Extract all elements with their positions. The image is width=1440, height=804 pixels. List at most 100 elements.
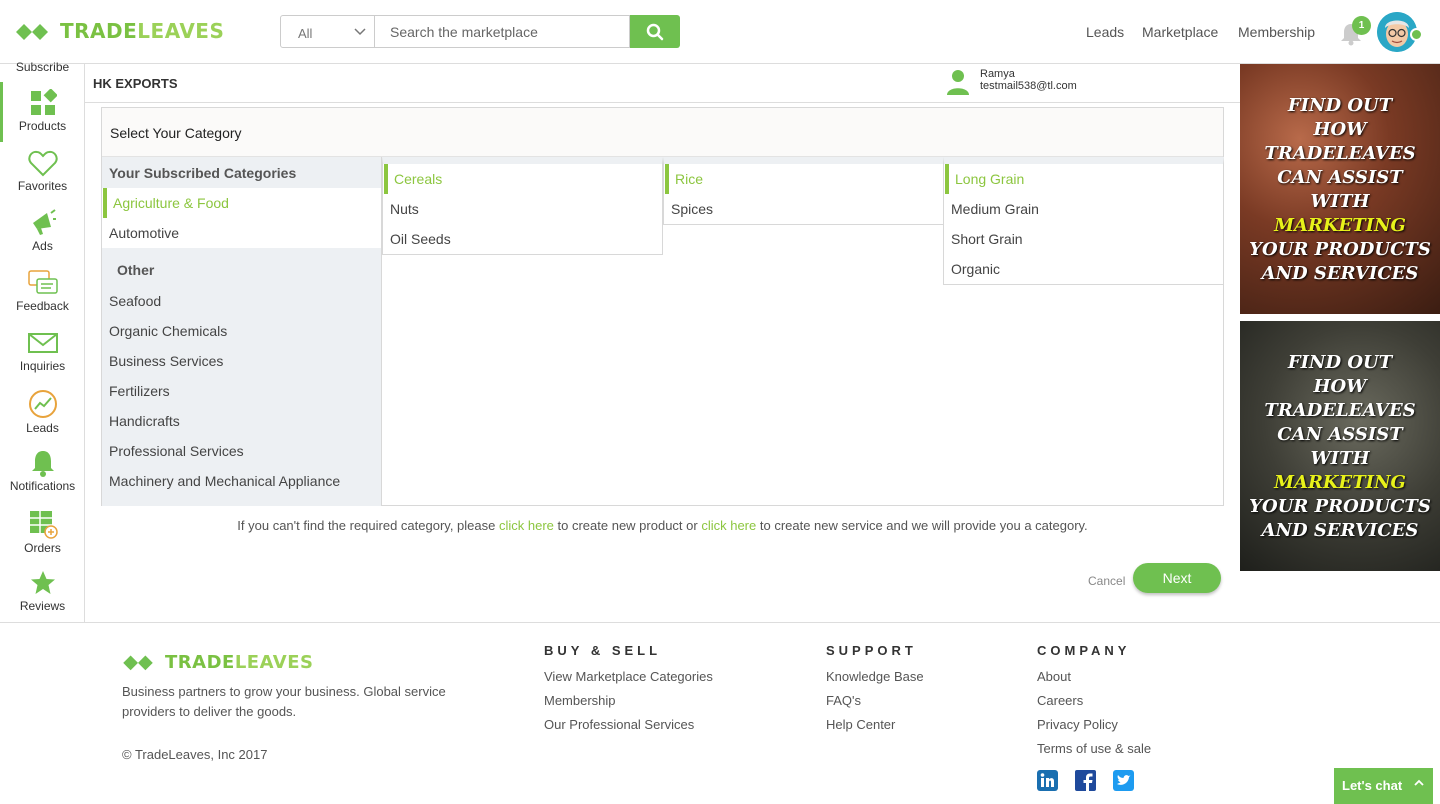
search-bar: All Search the marketplace [280, 15, 680, 48]
create-product-link[interactable]: click here [499, 518, 554, 533]
cancel-button[interactable]: Cancel [1088, 574, 1125, 588]
category-item[interactable]: Seafood [102, 286, 381, 316]
category-column-1: Your Subscribed Categories Agriculture &… [102, 157, 382, 506]
search-input[interactable]: Search the marketplace [375, 15, 630, 48]
sidebar-item-inquiries[interactable]: Inquiries [0, 329, 85, 373]
create-service-link[interactable]: click here [701, 518, 756, 533]
category-item[interactable]: Organic Chemicals [102, 316, 381, 346]
logo-leaf-icon [123, 655, 153, 671]
ad-banner-2[interactable]: FIND OUT HOW TRADELEAVES CAN ASSIST WITH MAR… [1240, 321, 1440, 571]
nav-leads[interactable]: Leads [1086, 24, 1124, 40]
logo-text: TRADELEAVES [165, 651, 314, 673]
subcategory-item-selected[interactable]: Rice [664, 164, 943, 194]
envelope-icon [27, 333, 58, 353]
sidebar-item-products[interactable]: Products [0, 89, 85, 133]
footer-link[interactable]: Our Professional Services [544, 717, 713, 741]
ad-text: FIND OUT HOW TRADELEAVES CAN ASSIST WITH MAR… [1249, 95, 1431, 284]
user-info: Ramya testmail538@tl.com [946, 68, 1077, 96]
left-sidebar: Subscribe Products Favorites Ads Feedbac… [0, 60, 85, 622]
subcategory-item[interactable]: Medium Grain [944, 194, 1223, 224]
next-button[interactable]: Next [1133, 563, 1221, 593]
tradeleaves-logo[interactable]: TRADELEAVES [14, 18, 224, 44]
user-email: testmail538@tl.com [980, 80, 1077, 92]
online-status-icon [1410, 28, 1423, 41]
leads-chart-icon [28, 390, 57, 418]
footer-link[interactable]: Help Center [826, 717, 924, 741]
subcategory-item[interactable]: Spices [664, 194, 943, 224]
megaphone-icon [32, 209, 56, 235]
category-item[interactable]: Business Services [102, 346, 381, 376]
footer-heading: COMPANY [1037, 643, 1131, 658]
category-item[interactable]: Professional Services [102, 436, 381, 466]
footer-heading: BUY & SELL [544, 643, 662, 658]
logo-leaf-icon [16, 24, 48, 40]
subscribed-categories-heading: Your Subscribed Categories [109, 165, 297, 181]
footer-divider [0, 622, 1440, 623]
subscribed-list: Agriculture & Food Automotive [102, 188, 381, 248]
footer-link[interactable]: Membership [544, 693, 713, 717]
footer-link[interactable]: Knowledge Base [826, 669, 924, 693]
notification-count-badge: 1 [1352, 16, 1371, 35]
other-categories-heading: Other [117, 262, 155, 278]
linkedin-icon[interactable] [1037, 770, 1058, 791]
footer-link[interactable]: Careers [1037, 693, 1151, 717]
search-icon [646, 23, 664, 40]
company-title: HK EXPORTS [93, 76, 178, 91]
divider [85, 102, 1240, 103]
category-item-selected[interactable]: Agriculture & Food [102, 188, 381, 218]
search-category-select[interactable]: All [280, 15, 375, 48]
sidebar-item-reviews[interactable]: Reviews [0, 569, 85, 613]
category-item[interactable]: Machinery and Mechanical Appliance [102, 466, 381, 496]
bell-icon [31, 451, 54, 477]
logo-text: TRADELEAVES [60, 19, 225, 43]
sidebar-item-notifications[interactable]: Notifications [0, 449, 85, 493]
social-links [1037, 770, 1134, 791]
ad-banner-1[interactable]: FIND OUT HOW TRADELEAVES CAN ASSIST WITH MAR… [1240, 64, 1440, 314]
copyright: © TradeLeaves, Inc 2017 [122, 747, 268, 762]
category-column-3: Rice Spices [663, 157, 944, 225]
subcategory-item[interactable]: Organic [944, 254, 1223, 284]
footer-description: Business partners to grow your business.… [122, 684, 446, 719]
footer-link[interactable]: FAQ's [826, 693, 924, 717]
category-item[interactable]: Automotive [102, 218, 381, 248]
footer-link[interactable]: Privacy Policy [1037, 717, 1151, 741]
category-selector: Select Your Category Your Subscribed Cat… [101, 107, 1224, 506]
ad-text: FIND OUT HOW TRADELEAVES CAN ASSIST WITH MAR… [1249, 352, 1431, 541]
category-item[interactable]: Handicrafts [102, 406, 381, 436]
footer-buy-sell: BUY & SELL View Marketplace Categories M… [544, 643, 713, 741]
footer-link[interactable]: View Marketplace Categories [544, 669, 713, 693]
footer-heading: SUPPORT [826, 643, 917, 658]
category-item[interactable]: Fertilizers [102, 376, 381, 406]
subcategory-item-selected[interactable]: Cereals [383, 164, 662, 194]
nav-marketplace[interactable]: Marketplace [1142, 24, 1218, 40]
facebook-icon[interactable] [1075, 770, 1096, 791]
user-icon [947, 70, 969, 95]
chat-button[interactable]: Let's chat [1334, 768, 1433, 804]
user-name: Ramya [980, 68, 1015, 80]
footer-link[interactable]: About [1037, 669, 1151, 693]
chevron-up-icon [1413, 777, 1425, 792]
twitter-icon[interactable] [1113, 770, 1134, 791]
sidebar-item-ads[interactable]: Ads [0, 209, 85, 253]
footer-logo[interactable]: TRADELEAVES [121, 650, 313, 674]
sidebar-item-leads[interactable]: Leads [0, 389, 85, 435]
products-icon [30, 89, 57, 115]
category-column-4: Long Grain Medium Grain Short Grain Orga… [943, 157, 1224, 285]
category-column-2: Cereals Nuts Oil Seeds [382, 157, 663, 255]
subcategory-item[interactable]: Short Grain [944, 224, 1223, 254]
footer-company: COMPANY About Careers Privacy Policy Ter… [1037, 643, 1151, 765]
star-icon [30, 571, 55, 594]
feedback-icon [27, 270, 58, 294]
top-header: TRADELEAVES All Search the marketplace L… [0, 0, 1440, 64]
subcategory-item-selected[interactable]: Long Grain [944, 164, 1223, 194]
subcategory-item[interactable]: Oil Seeds [383, 224, 662, 254]
nav-membership[interactable]: Membership [1238, 24, 1315, 40]
sidebar-item-subscribe[interactable]: Subscribe [0, 60, 85, 74]
sidebar-item-favorites[interactable]: Favorites [0, 149, 85, 193]
subcategory-item[interactable]: Nuts [383, 194, 662, 224]
footer-link[interactable]: Terms of use & sale [1037, 741, 1151, 765]
search-button[interactable] [630, 15, 680, 48]
heart-icon [27, 150, 58, 177]
sidebar-item-feedback[interactable]: Feedback [0, 269, 85, 313]
chevron-down-icon [354, 23, 366, 42]
